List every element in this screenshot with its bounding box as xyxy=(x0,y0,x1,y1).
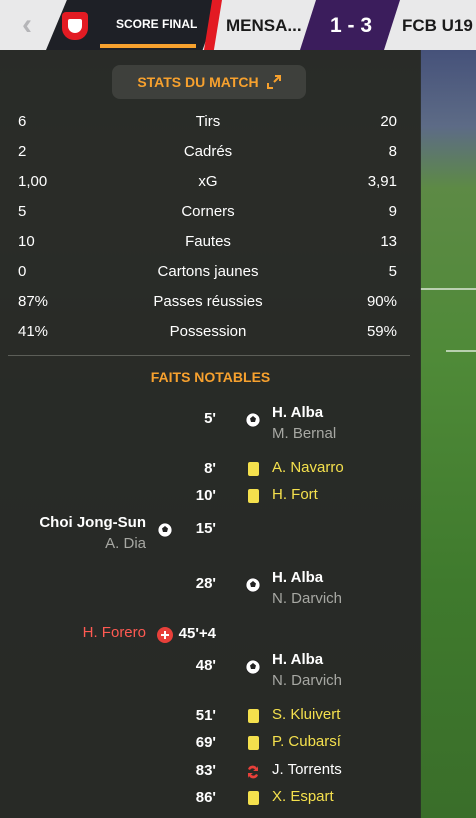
away-team-name: FCB U19 xyxy=(402,16,473,35)
event-minute: 10' xyxy=(195,487,216,504)
back-button[interactable]: ‹ xyxy=(0,0,54,50)
event-item: 86' X. Espart xyxy=(0,788,421,815)
stat-home-value: 1,00 xyxy=(18,173,48,190)
stat-row: 10 Fautes 13 xyxy=(0,227,421,257)
event-minute: 5' xyxy=(204,410,216,427)
stats-title: STATS DU MATCH xyxy=(137,74,259,90)
stat-home-value: 87% xyxy=(18,293,49,310)
event-player: H. Alba xyxy=(272,569,324,586)
event-item: 48' H. Alba N. Darvich xyxy=(0,651,421,689)
stat-label: Cadrés xyxy=(183,143,233,160)
event-minute: 15' xyxy=(195,520,216,537)
stat-row: 41% Possession 59% xyxy=(0,317,421,347)
stat-away-value: 20 xyxy=(380,113,397,130)
match-header: ‹ SCORE FINAL MENSA... 1 - 3 FCB U19 xyxy=(0,0,476,50)
event-item: 45'+4 H. Forero xyxy=(0,624,421,651)
event-assist: N. Darvich xyxy=(272,672,343,689)
match-status: SCORE FINAL xyxy=(116,17,198,31)
goal-ball-icon xyxy=(157,522,173,538)
event-minute: 86' xyxy=(195,789,216,806)
stat-label: Fautes xyxy=(185,233,231,250)
events-title: FAITS NOTABLES xyxy=(150,369,271,385)
injury-icon xyxy=(157,627,173,643)
event-assist: A. Dia xyxy=(105,535,146,552)
stat-label: Corners xyxy=(181,203,235,220)
stat-home-value: 41% xyxy=(18,323,49,340)
goal-ball-icon xyxy=(245,412,261,428)
substitution-icon xyxy=(245,764,261,780)
stat-row: 1,00 xG 3,91 xyxy=(0,167,421,197)
event-item: 69' P. Cubarsí xyxy=(0,733,421,760)
stat-away-value: 5 xyxy=(388,263,397,280)
stat-label: Passes réussies xyxy=(153,293,263,310)
stat-home-value: 6 xyxy=(18,113,27,130)
event-item: 28' H. Alba N. Darvich xyxy=(0,569,421,607)
event-player: H. Alba xyxy=(272,651,324,668)
stat-label: Cartons jaunes xyxy=(157,263,259,280)
event-minute: 8' xyxy=(204,460,216,477)
event-player: A. Navarro xyxy=(272,459,344,476)
status-underline xyxy=(100,44,196,48)
event-minute: 45'+4 xyxy=(178,625,216,642)
stat-away-value: 8 xyxy=(388,143,397,160)
event-assist: M. Bernal xyxy=(272,425,337,442)
expand-icon xyxy=(266,75,281,89)
stat-away-value: 90% xyxy=(366,293,397,310)
yellow-card-icon xyxy=(248,791,259,805)
stat-home-value: 0 xyxy=(18,263,27,280)
stat-home-value: 2 xyxy=(18,143,27,160)
event-player: X. Espart xyxy=(272,788,334,805)
yellow-card-icon xyxy=(248,709,259,723)
event-player: H. Forero xyxy=(82,624,146,641)
event-minute: 83' xyxy=(195,762,216,779)
goal-ball-icon xyxy=(245,577,261,593)
event-player: J. Torrents xyxy=(272,761,342,778)
stat-label: Possession xyxy=(169,323,247,340)
stat-row: 6 Tirs 20 xyxy=(0,107,421,137)
chevron-left-icon: ‹ xyxy=(22,8,32,41)
match-score: 1 - 3 xyxy=(330,14,373,37)
event-item: 10' H. Fort xyxy=(0,486,421,513)
event-minute: 69' xyxy=(195,734,216,751)
event-player: H. Alba xyxy=(272,404,324,421)
event-player: S. Kluivert xyxy=(272,706,341,723)
stat-row: 87% Passes réussies 90% xyxy=(0,287,421,317)
yellow-card-icon xyxy=(248,489,259,503)
yellow-card-icon xyxy=(248,462,259,476)
event-minute: 51' xyxy=(195,707,216,724)
event-player: H. Fort xyxy=(272,486,318,503)
event-player: P. Cubarsí xyxy=(272,733,341,750)
yellow-card-icon xyxy=(248,736,259,750)
stat-home-value: 5 xyxy=(18,203,27,220)
home-team-name: MENSA... xyxy=(226,16,302,35)
stat-label: Tirs xyxy=(195,113,221,130)
stat-away-value: 59% xyxy=(366,323,397,340)
section-divider xyxy=(8,355,410,356)
stats-title-button[interactable]: STATS DU MATCH xyxy=(112,65,306,99)
club-crest-icon xyxy=(62,12,88,40)
event-player: Choi Jong-Sun xyxy=(39,514,146,531)
event-item: 15' Choi Jong-Sun A. Dia xyxy=(0,514,421,552)
event-item: 5' H. Alba M. Bernal xyxy=(0,404,421,442)
event-assist: N. Darvich xyxy=(272,590,343,607)
event-item: 51' S. Kluivert xyxy=(0,706,421,733)
stat-away-value: 13 xyxy=(380,233,397,250)
stat-home-value: 10 xyxy=(18,233,35,250)
stat-row: 2 Cadrés 8 xyxy=(0,137,421,167)
stat-row: 0 Cartons jaunes 5 xyxy=(0,257,421,287)
event-minute: 28' xyxy=(195,575,216,592)
goal-ball-icon xyxy=(245,659,261,675)
stat-away-value: 3,91 xyxy=(367,173,397,190)
pitch-background xyxy=(420,50,476,818)
stat-row: 5 Corners 9 xyxy=(0,197,421,227)
event-minute: 48' xyxy=(195,657,216,674)
event-item: 8' A. Navarro xyxy=(0,459,421,486)
stat-label: xG xyxy=(198,173,218,190)
event-item: 83' J. Torrents xyxy=(0,761,421,788)
stat-away-value: 9 xyxy=(388,203,397,220)
